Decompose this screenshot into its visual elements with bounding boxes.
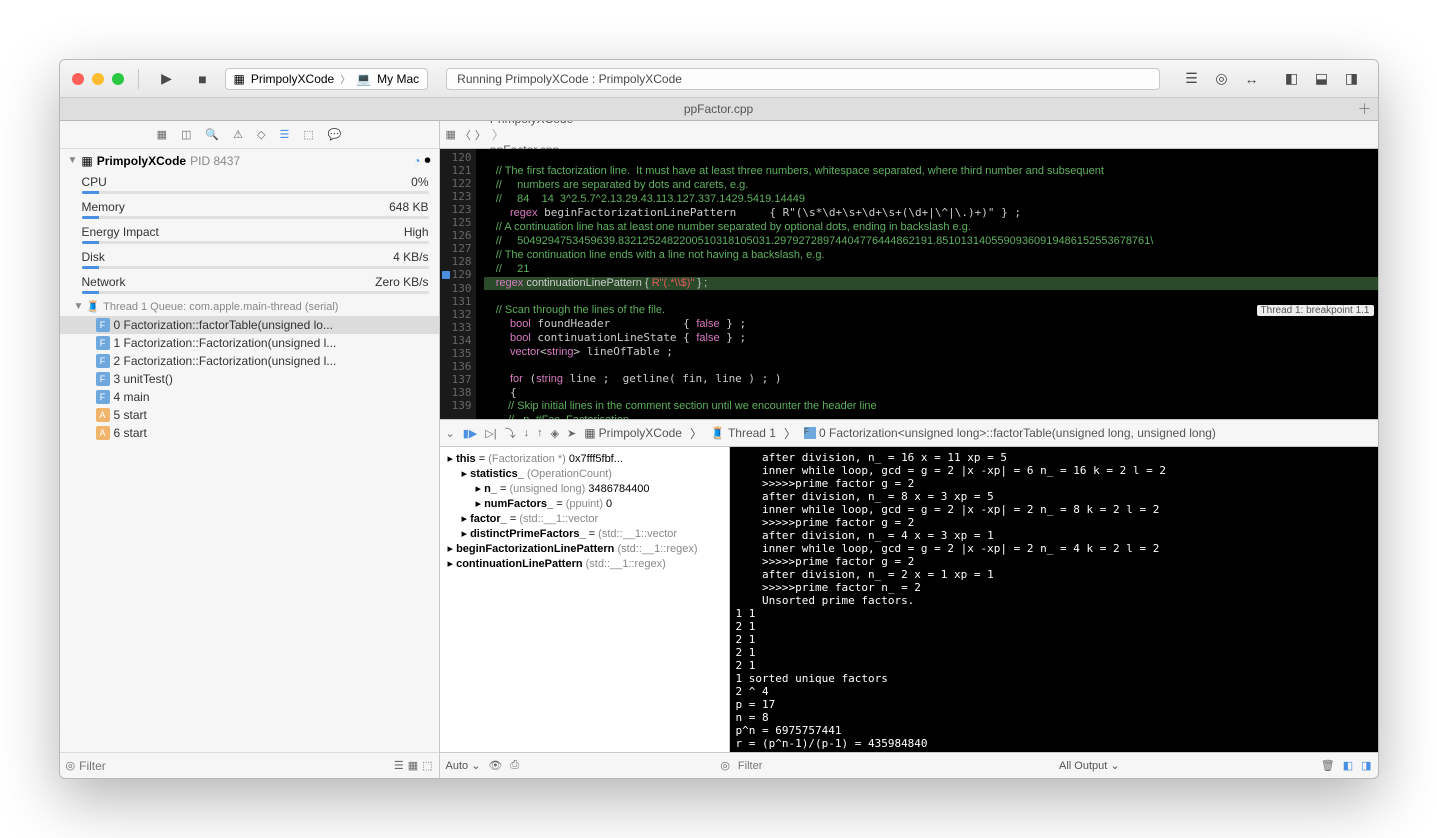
stack-frame[interactable]: F2 Factorization::Factorization(unsigned… bbox=[60, 352, 439, 370]
show-vars-icon[interactable]: ◧ bbox=[1343, 759, 1353, 772]
debug-bar: ⌄ ▮▶ ▷| ⤵ ↓ ↑ ◈ ➤ ▦PrimpolyXCode 〉 🧵Thre… bbox=[440, 419, 1378, 447]
project-nav-icon[interactable]: ▦ bbox=[157, 128, 167, 141]
var-row[interactable]: ▸ n_ = (unsigned long) 3486784400 bbox=[440, 481, 729, 496]
gutter[interactable]: 1201211221231231251261271281291301311321… bbox=[440, 149, 476, 419]
stack-frame[interactable]: F1 Factorization::Factorization(unsigned… bbox=[60, 334, 439, 352]
stack-frame[interactable]: F4 main bbox=[60, 388, 439, 406]
debug-navigator: ▦ ◫ 🔍 ⚠ ◇ ☰ ⬚ 💬 ▼▦ PrimpolyXCode PID 843… bbox=[60, 121, 440, 778]
breakpoint-indicator: Thread 1: breakpoint 1.1 bbox=[1257, 305, 1374, 316]
quicklook-icon[interactable]: 👁 bbox=[488, 759, 502, 772]
window-controls bbox=[72, 73, 124, 85]
stack-frame[interactable]: F3 unitTest() bbox=[60, 370, 439, 388]
location-button[interactable]: ➤ bbox=[567, 427, 576, 440]
view-debug-button[interactable]: ◈ bbox=[551, 427, 559, 440]
var-row[interactable]: ▸ numFactors_ = (ppuint) 0 bbox=[440, 496, 729, 511]
test-nav-icon[interactable]: ◇ bbox=[257, 128, 265, 141]
process-row[interactable]: ▼▦ PrimpolyXCode PID 8437 ◔ ⏺ bbox=[60, 149, 439, 172]
stop-button[interactable]: ■ bbox=[189, 67, 217, 91]
step-over-button[interactable]: ⤵ bbox=[505, 425, 516, 441]
bottom-bar: Auto ⌄ 👁 ⎙ ◎ All Output ⌄ 🗑 ◧ ◨ bbox=[440, 752, 1378, 778]
step-out-button[interactable]: ↑ bbox=[537, 427, 543, 439]
print-icon[interactable]: ⎙ bbox=[510, 759, 519, 772]
zoom-window-button[interactable] bbox=[112, 73, 124, 85]
xcode-window: ▶ ■ ▦PrimpolyXCode〉💻My Mac Running Primp… bbox=[59, 59, 1379, 779]
stack-frame[interactable]: A5 start bbox=[60, 406, 439, 424]
var-row[interactable]: ▸ statistics_ (OperationCount) bbox=[440, 466, 729, 481]
var-row[interactable]: ▸ continuationLinePattern (std::__1::reg… bbox=[440, 556, 729, 571]
metric-memory[interactable]: Memory648 KB bbox=[60, 197, 439, 222]
filter-console-icon[interactable]: ◎ bbox=[720, 759, 730, 772]
related-files-icon[interactable]: ▦ bbox=[446, 128, 456, 141]
var-row[interactable]: ▸ this = (Factorization *) 0x7fff5fbf... bbox=[440, 451, 729, 466]
run-button[interactable]: ▶ bbox=[153, 67, 181, 91]
metric-energy-impact[interactable]: Energy ImpactHigh bbox=[60, 222, 439, 247]
show-console-icon[interactable]: ◨ bbox=[1361, 759, 1371, 772]
tab-file[interactable]: ppFactor.cpp bbox=[684, 102, 753, 116]
filter-opt2-icon[interactable]: ▦ bbox=[408, 759, 418, 772]
editor-assistant-icon[interactable]: ◎ bbox=[1208, 67, 1236, 91]
debug-nav-icon[interactable]: ☰ bbox=[279, 128, 289, 141]
scheme-selector[interactable]: ▦PrimpolyXCode〉💻My Mac bbox=[225, 68, 429, 90]
toggle-right-panel-icon[interactable]: ◨ bbox=[1338, 67, 1366, 91]
output-selector[interactable]: All Output ⌄ bbox=[1059, 759, 1120, 772]
close-window-button[interactable] bbox=[72, 73, 84, 85]
var-row[interactable]: ▸ factor_ = (std::__1::vector bbox=[440, 511, 729, 526]
toggle-debug-button[interactable]: ⌄ bbox=[446, 427, 455, 440]
metric-network[interactable]: NetworkZero KB/s bbox=[60, 272, 439, 297]
toggle-bottom-panel-icon[interactable]: ⬓ bbox=[1308, 67, 1336, 91]
filter-input[interactable] bbox=[79, 759, 390, 773]
breakpoint-nav-icon[interactable]: ⬚ bbox=[303, 128, 313, 141]
source-editor[interactable]: 1201211221231231251261271281291301311321… bbox=[440, 149, 1378, 419]
continue-button[interactable]: ▷| bbox=[485, 427, 496, 440]
cpu-gauge-icon: ◔ bbox=[413, 154, 420, 168]
minimize-window-button[interactable] bbox=[92, 73, 104, 85]
issue-nav-icon[interactable]: ⚠ bbox=[233, 128, 243, 141]
var-row[interactable]: ▸ distinctPrimeFactors_ = (std::__1::vec… bbox=[440, 526, 729, 541]
jump-bar[interactable]: ▦ 〈 〉 PrimpolyXCode〉PrimpolyXCode〉ppFact… bbox=[440, 121, 1378, 149]
report-nav-icon[interactable]: 💬 bbox=[328, 128, 342, 141]
stack-frame[interactable]: A6 start bbox=[60, 424, 439, 442]
metric-disk[interactable]: Disk4 KB/s bbox=[60, 247, 439, 272]
console-filter-input[interactable] bbox=[738, 760, 858, 772]
find-nav-icon[interactable]: 🔍 bbox=[205, 128, 219, 141]
record-icon[interactable]: ⏺ bbox=[424, 153, 430, 168]
console-output[interactable]: after division, n_ = 16 x = 11 xp = 5 in… bbox=[730, 447, 1378, 752]
var-row[interactable]: ▸ beginFactorizationLinePattern (std::__… bbox=[440, 541, 729, 556]
titlebar: ▶ ■ ▦PrimpolyXCode〉💻My Mac Running Primp… bbox=[60, 60, 1378, 98]
editor-standard-icon[interactable]: ☰ bbox=[1178, 67, 1206, 91]
tab-bar: ppFactor.cpp ＋ bbox=[60, 98, 1378, 121]
back-button[interactable]: 〈 bbox=[460, 127, 471, 143]
new-tab-button[interactable]: ＋ bbox=[1358, 99, 1372, 119]
thread-header[interactable]: ▼🧵 Thread 1 Queue: com.apple.main-thread… bbox=[60, 297, 439, 316]
variables-view[interactable]: ▸ this = (Factorization *) 0x7fff5fbf...… bbox=[440, 447, 730, 752]
toggle-left-panel-icon[interactable]: ◧ bbox=[1278, 67, 1306, 91]
navigator-selector: ▦ ◫ 🔍 ⚠ ◇ ☰ ⬚ 💬 bbox=[60, 121, 439, 149]
stack-frame[interactable]: F0 Factorization::factorTable(unsigned l… bbox=[60, 316, 439, 334]
forward-button[interactable]: 〉 bbox=[475, 127, 486, 143]
filter-opt1-icon[interactable]: ☰ bbox=[394, 759, 404, 772]
source-nav-icon[interactable]: ◫ bbox=[181, 128, 191, 141]
breadcrumb-item[interactable]: PrimpolyXCode bbox=[490, 121, 655, 126]
activity-status: Running PrimpolyXCode : PrimpolyXCode bbox=[446, 68, 1159, 90]
clear-console-icon[interactable]: 🗑 bbox=[1321, 759, 1335, 772]
code-area[interactable]: // The first factorization line. It must… bbox=[476, 149, 1378, 419]
editor-version-icon[interactable]: ↔ bbox=[1238, 67, 1266, 91]
filter-opt3-icon[interactable]: ⬚ bbox=[422, 759, 432, 772]
step-into-button[interactable]: ↓ bbox=[524, 427, 530, 439]
filter-scope-icon[interactable]: ◎ bbox=[66, 759, 76, 772]
auto-selector[interactable]: Auto ⌄ bbox=[446, 759, 481, 772]
metric-cpu[interactable]: CPU0% bbox=[60, 172, 439, 197]
breakpoints-button[interactable]: ▮▶ bbox=[463, 427, 478, 440]
